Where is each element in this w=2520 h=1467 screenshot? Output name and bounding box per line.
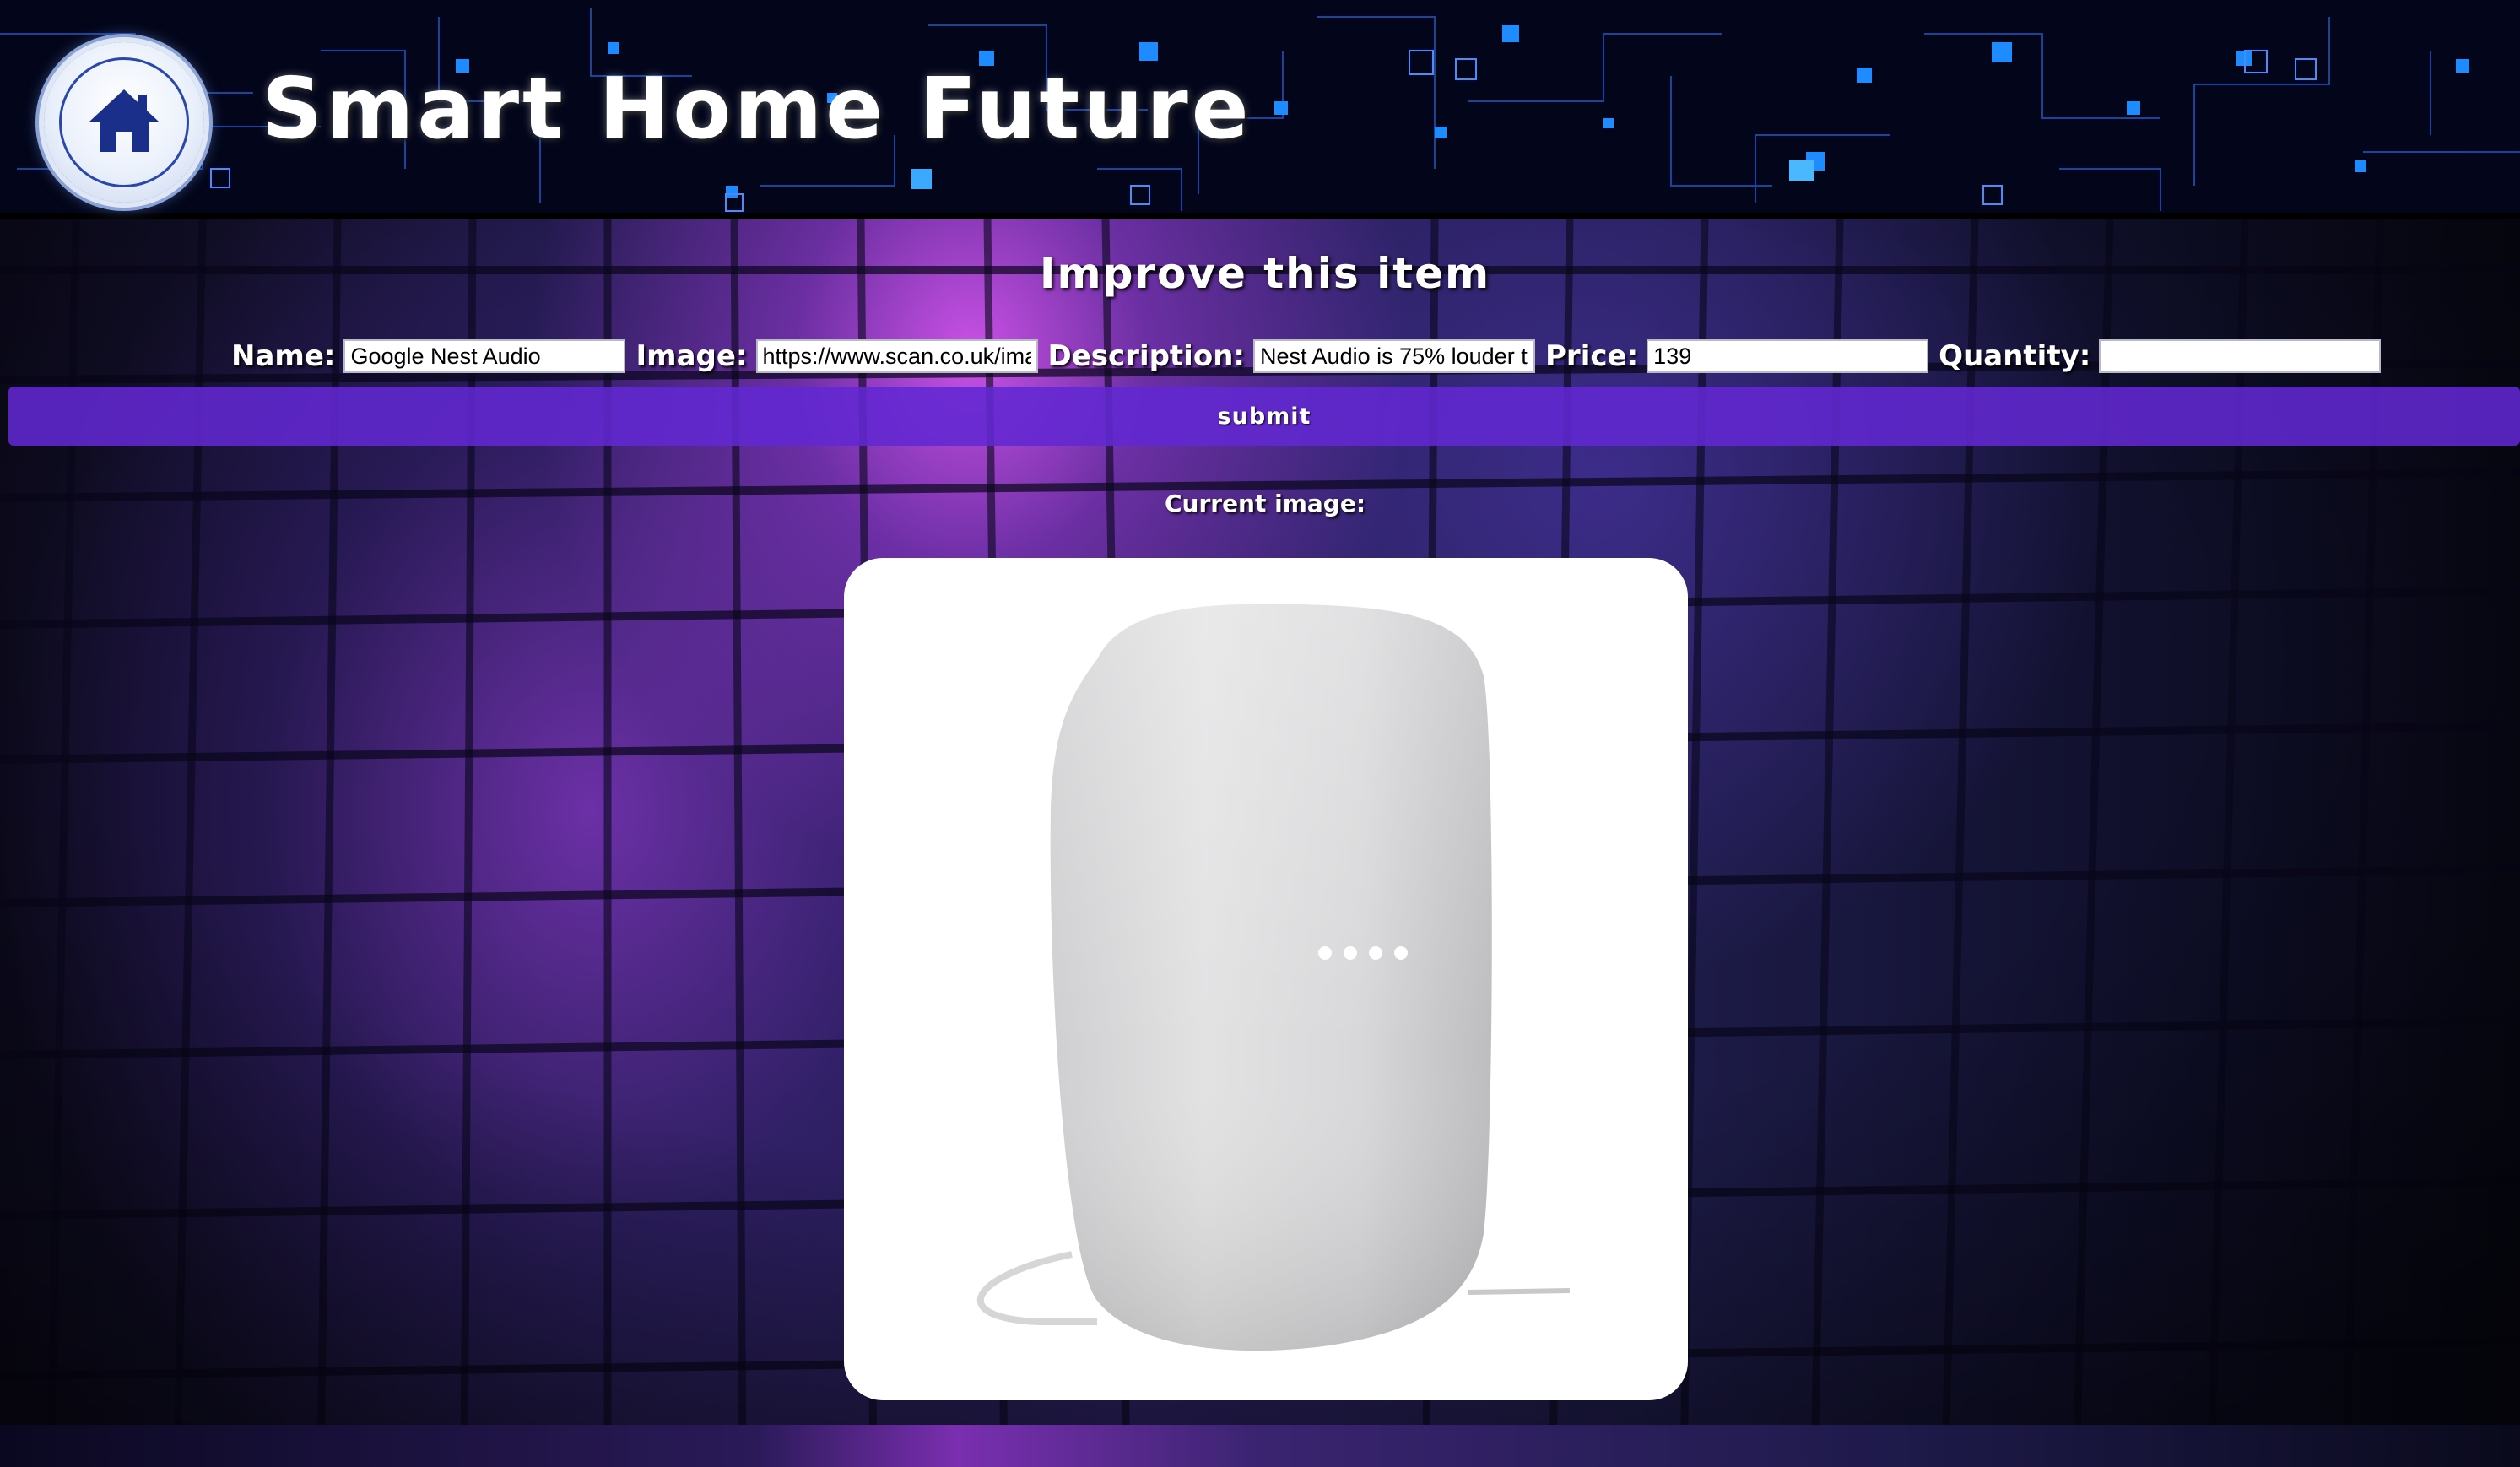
name-input[interactable] — [343, 339, 626, 373]
image-url-input[interactable] — [755, 339, 1038, 373]
quantity-label: Quantity: — [1939, 339, 2091, 373]
price-label: Price: — [1545, 339, 1639, 373]
item-form-fields: Name: Image: Description: Price: Quantit… — [231, 336, 2391, 376]
image-label: Image: — [635, 339, 748, 373]
submit-button[interactable]: submit — [8, 387, 2520, 446]
name-label: Name: — [231, 339, 336, 373]
site-title: Smart Home Future — [262, 59, 1252, 158]
current-image — [844, 558, 1688, 1400]
current-image-label: Current image: — [1164, 490, 1366, 517]
home-button[interactable] — [44, 42, 204, 203]
site-header: Smart Home Future — [0, 0, 2520, 219]
form-title: Improve this item — [1039, 249, 1491, 298]
home-icon — [89, 89, 159, 152]
bottom-background-strip — [0, 1425, 2520, 1467]
description-input[interactable] — [1253, 339, 1536, 373]
description-label: Description: — [1047, 339, 1246, 373]
quantity-input[interactable] — [2099, 339, 2382, 373]
price-input[interactable] — [1647, 339, 1929, 373]
smart-speaker-icon — [976, 604, 1571, 1351]
page: Smart Home Future Improve this item Name… — [0, 0, 2520, 1467]
